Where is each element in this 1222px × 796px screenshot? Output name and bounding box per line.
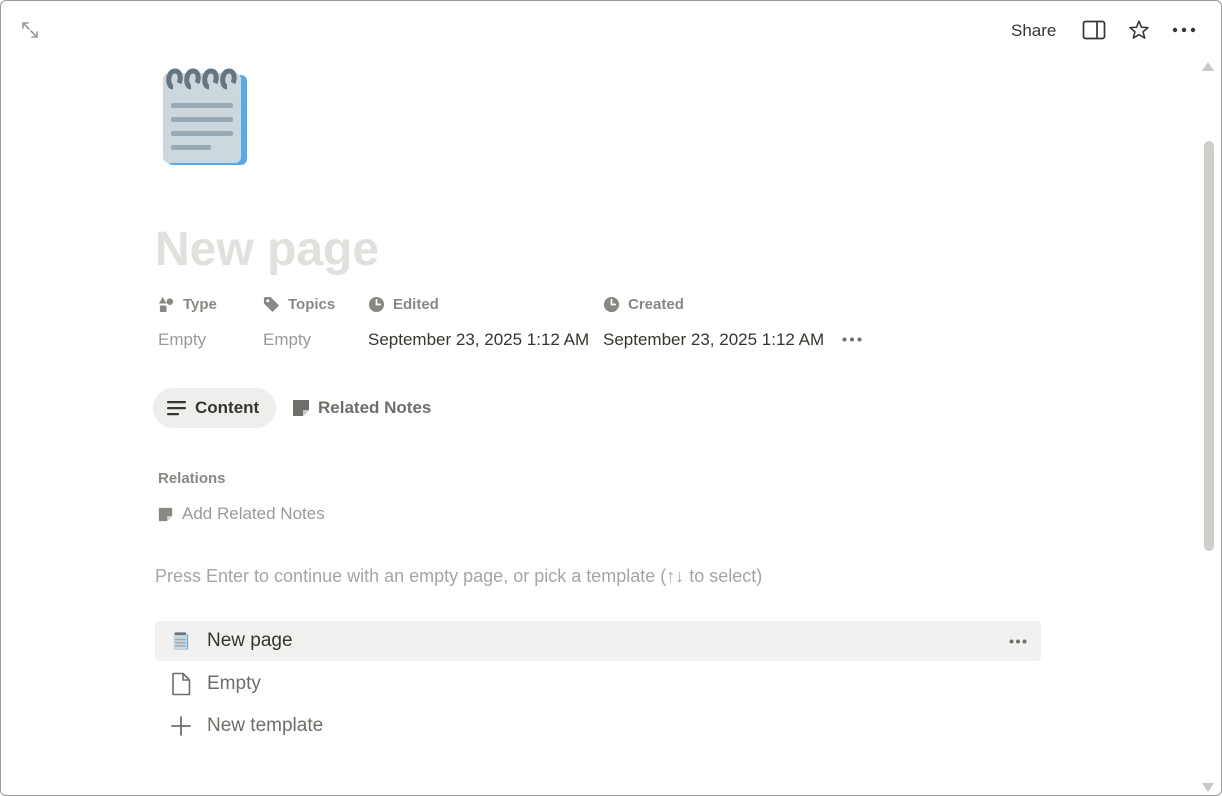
property-name: Edited [393, 296, 439, 313]
page-peek-window: Share New page Type Empty Topics Empty E… [0, 0, 1222, 796]
star-icon[interactable] [1126, 17, 1152, 43]
side-peek-icon[interactable] [1081, 17, 1107, 43]
scroll-up-arrow[interactable] [1202, 62, 1214, 71]
tag-icon [263, 296, 280, 313]
property-edited-value: September 23, 2025 1:12 AM [368, 330, 590, 349]
scroll-down-arrow[interactable] [1202, 783, 1214, 792]
tab-label: Related Notes [318, 398, 432, 417]
relations-heading: Relations [158, 470, 226, 487]
share-button[interactable]: Share [1011, 19, 1056, 43]
property-created-label[interactable]: Created [603, 296, 684, 313]
template-label: New page [207, 630, 293, 651]
note-icon [293, 400, 309, 416]
property-created-value: September 23, 2025 1:12 AM [603, 330, 825, 349]
property-type-label[interactable]: Type [158, 296, 217, 313]
document-icon [167, 670, 195, 698]
shapes-icon [158, 296, 174, 313]
tab-label: Content [195, 398, 260, 417]
expand-icon[interactable] [17, 17, 43, 43]
template-new-template[interactable]: New template [155, 706, 1041, 746]
add-related-notes-label: Add Related Notes [182, 504, 325, 523]
template-hint: Press Enter to continue with an empty pa… [155, 566, 763, 586]
notepad-icon [163, 68, 247, 165]
clock-icon [368, 296, 385, 313]
template-more-icon[interactable] [1005, 630, 1031, 652]
page-icon[interactable] [161, 63, 251, 167]
property-name: Created [628, 296, 684, 313]
notepad-icon [167, 627, 195, 655]
note-icon [158, 507, 173, 521]
property-edited-label[interactable]: Edited [368, 296, 439, 313]
plus-icon [167, 712, 195, 740]
template-label: New template [207, 715, 324, 736]
property-topics-label[interactable]: Topics [263, 296, 335, 313]
more-options-icon[interactable] [1171, 17, 1197, 43]
property-topics-value[interactable]: Empty [263, 330, 311, 350]
property-type-value[interactable]: Empty [158, 330, 206, 350]
clock-icon [603, 296, 620, 313]
tab-content[interactable]: Content [153, 388, 276, 428]
scrollbar-thumb[interactable] [1204, 141, 1214, 551]
tab-related-notes[interactable]: Related Notes [278, 388, 445, 428]
template-label: Empty [207, 673, 261, 694]
template-new-page[interactable]: New page [155, 621, 1041, 661]
add-related-notes-button[interactable]: Add Related Notes [158, 504, 325, 524]
template-empty[interactable]: Empty [155, 664, 1041, 704]
property-name: Type [183, 296, 217, 313]
lines-icon [167, 401, 186, 416]
page-title[interactable]: New page [155, 221, 379, 279]
property-name: Topics [288, 296, 336, 313]
properties-more-icon[interactable] [839, 328, 865, 350]
